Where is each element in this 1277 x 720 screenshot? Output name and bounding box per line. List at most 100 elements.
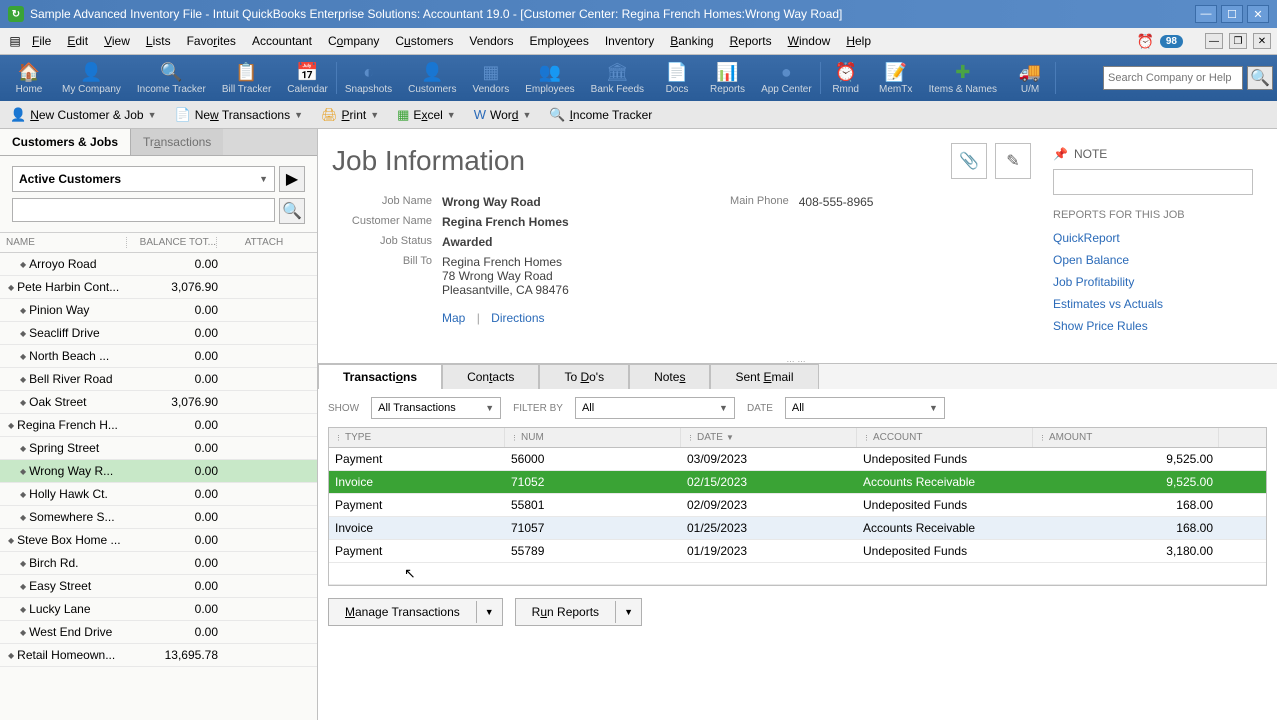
date-select[interactable]: All▼: [785, 397, 945, 419]
customer-row[interactable]: ◆Oak Street3,076.90: [0, 391, 317, 414]
reminders-badge[interactable]: 98: [1160, 35, 1183, 48]
tool-calendar[interactable]: 📅Calendar: [279, 60, 336, 97]
tool-home[interactable]: 🏠Home: [4, 60, 54, 97]
link-quickreport[interactable]: QuickReport: [1053, 231, 1253, 245]
reminders-icon[interactable]: ⏰: [1136, 33, 1153, 50]
tool-items-names[interactable]: ✚Items & Names: [921, 60, 1005, 97]
menu-customers[interactable]: Customers: [387, 31, 461, 51]
btab-notes[interactable]: Notes: [629, 364, 710, 389]
map-link[interactable]: Map: [442, 311, 465, 325]
menu-help[interactable]: Help: [838, 31, 879, 51]
new-transactions-button[interactable]: 📄 New Transactions ▼: [175, 107, 304, 123]
directions-link[interactable]: Directions: [491, 311, 544, 325]
customer-name-value: Regina French Homes: [442, 215, 569, 229]
tool-income-tracker[interactable]: 🔍Income Tracker: [129, 60, 214, 97]
income-tracker-button[interactable]: 🔍 Income Tracker: [549, 107, 652, 123]
menu-favorites[interactable]: Favorites: [179, 31, 244, 51]
transaction-row[interactable]: Payment5580102/09/2023Undeposited Funds1…: [329, 494, 1266, 517]
menu-lists[interactable]: Lists: [138, 31, 179, 51]
tool-bill-tracker[interactable]: 📋Bill Tracker: [214, 60, 279, 97]
customer-row[interactable]: ◆Arroyo Road0.00: [0, 253, 317, 276]
transaction-row[interactable]: Payment5578901/19/2023Undeposited Funds3…: [329, 540, 1266, 563]
btab-transactions[interactable]: Transactions: [318, 364, 442, 389]
maximize-button[interactable]: ☐: [1221, 5, 1243, 23]
btab-todos[interactable]: To Do's: [539, 364, 629, 389]
menu-employees[interactable]: Employees: [521, 31, 596, 51]
menu-reports[interactable]: Reports: [722, 31, 780, 51]
tool-employees[interactable]: 👥Employees: [517, 60, 582, 97]
transaction-row[interactable]: Payment5600003/09/2023Undeposited Funds9…: [329, 448, 1266, 471]
customer-row[interactable]: ◆Lucky Lane0.00: [0, 598, 317, 621]
search-company-input[interactable]: [1103, 66, 1243, 90]
show-select[interactable]: All Transactions▼: [371, 397, 501, 419]
menu-window[interactable]: Window: [780, 31, 839, 51]
customer-row[interactable]: ◆Pinion Way0.00: [0, 299, 317, 322]
tool-rmnd[interactable]: ⏰Rmnd: [821, 60, 871, 97]
menu-file[interactable]: File: [24, 31, 59, 51]
word-button[interactable]: W Word ▼: [474, 107, 532, 122]
customer-row[interactable]: ◆Retail Homeown...13,695.78: [0, 644, 317, 667]
tool-app-center[interactable]: ●App Center: [753, 60, 820, 97]
inner-close-button[interactable]: ✕: [1253, 33, 1271, 49]
filter-expand-button[interactable]: ▶: [279, 166, 305, 192]
link-open-balance[interactable]: Open Balance: [1053, 253, 1253, 267]
customer-row[interactable]: ◆Bell River Road0.00: [0, 368, 317, 391]
customer-row[interactable]: ◆Somewhere S...0.00: [0, 506, 317, 529]
btab-contacts[interactable]: Contacts: [442, 364, 539, 389]
attach-button[interactable]: 📎: [951, 143, 987, 179]
transaction-row[interactable]: Invoice7105202/15/2023Accounts Receivabl…: [329, 471, 1266, 494]
edit-button[interactable]: ✎: [995, 143, 1031, 179]
customer-row[interactable]: ◆West End Drive0.00: [0, 621, 317, 644]
customer-row[interactable]: ◆Spring Street0.00: [0, 437, 317, 460]
tool-um[interactable]: 🚚U/M: [1005, 60, 1055, 97]
filterby-select[interactable]: All▼: [575, 397, 735, 419]
manage-transactions-button[interactable]: Manage Transactions▼: [328, 598, 503, 626]
tool-bank-feeds[interactable]: 🏛Bank Feeds: [583, 60, 652, 97]
menu-banking[interactable]: Banking: [662, 31, 721, 51]
menu-accountant[interactable]: Accountant: [244, 31, 320, 51]
customer-list[interactable]: ◆Arroyo Road0.00◆Pete Harbin Cont...3,07…: [0, 253, 317, 720]
minimize-button[interactable]: —: [1195, 5, 1217, 23]
tool-memtx[interactable]: 📝MemTx: [871, 60, 921, 97]
customer-row[interactable]: ◆Steve Box Home ...0.00: [0, 529, 317, 552]
tool-snapshots[interactable]: ◐Snapshots: [337, 60, 400, 97]
customer-row[interactable]: ◆Birch Rd.0.00: [0, 552, 317, 575]
link-show-price-rules[interactable]: Show Price Rules: [1053, 319, 1253, 333]
note-box[interactable]: [1053, 169, 1253, 195]
new-customer-job-button[interactable]: 👤 New Customer & Job ▼: [10, 107, 157, 123]
run-reports-button[interactable]: Run Reports▼: [515, 598, 642, 626]
search-company-button[interactable]: 🔍: [1247, 66, 1273, 90]
job-status-value: Awarded: [442, 235, 492, 249]
menu-company[interactable]: Company: [320, 31, 387, 51]
tool-docs[interactable]: 📄Docs: [652, 60, 702, 97]
btab-sent-email[interactable]: Sent Email: [710, 364, 818, 389]
menu-edit[interactable]: Edit: [59, 31, 96, 51]
customer-search-button[interactable]: 🔍: [279, 198, 305, 224]
customer-row[interactable]: ◆Regina French H...0.00: [0, 414, 317, 437]
close-button[interactable]: ✕: [1247, 5, 1269, 23]
link-job-profitability[interactable]: Job Profitability: [1053, 275, 1253, 289]
transaction-row[interactable]: Invoice7105701/25/2023Accounts Receivabl…: [329, 517, 1266, 540]
excel-button[interactable]: ▦ Excel ▼: [397, 107, 456, 123]
customer-row[interactable]: ◆Pete Harbin Cont...3,076.90: [0, 276, 317, 299]
customer-row[interactable]: ◆Holly Hawk Ct.0.00: [0, 483, 317, 506]
tool-my-company[interactable]: 👤My Company: [54, 60, 129, 97]
customer-row[interactable]: ◆North Beach ...0.00: [0, 345, 317, 368]
tab-transactions-left[interactable]: Transactions: [131, 129, 223, 155]
link-estimates-vs-actuals[interactable]: Estimates vs Actuals: [1053, 297, 1253, 311]
customer-search-input[interactable]: [12, 198, 275, 222]
menu-inventory[interactable]: Inventory: [597, 31, 662, 51]
tool-reports[interactable]: 📊Reports: [702, 60, 753, 97]
inner-restore-button[interactable]: ❐: [1229, 33, 1247, 49]
tool-vendors[interactable]: ▦Vendors: [465, 60, 518, 97]
customer-row[interactable]: ◆Easy Street0.00: [0, 575, 317, 598]
inner-minimize-button[interactable]: —: [1205, 33, 1223, 49]
print-button[interactable]: 🖨 Print ▼: [321, 107, 379, 123]
menu-vendors[interactable]: Vendors: [461, 31, 521, 51]
customer-row[interactable]: ◆Wrong Way R...0.00: [0, 460, 317, 483]
customer-filter-select[interactable]: Active Customers▼: [12, 166, 275, 192]
customer-row[interactable]: ◆Seacliff Drive0.00: [0, 322, 317, 345]
menu-view[interactable]: View: [96, 31, 138, 51]
tool-customers[interactable]: 👤Customers: [400, 60, 464, 97]
tab-customers-jobs[interactable]: Customers & Jobs: [0, 129, 131, 155]
